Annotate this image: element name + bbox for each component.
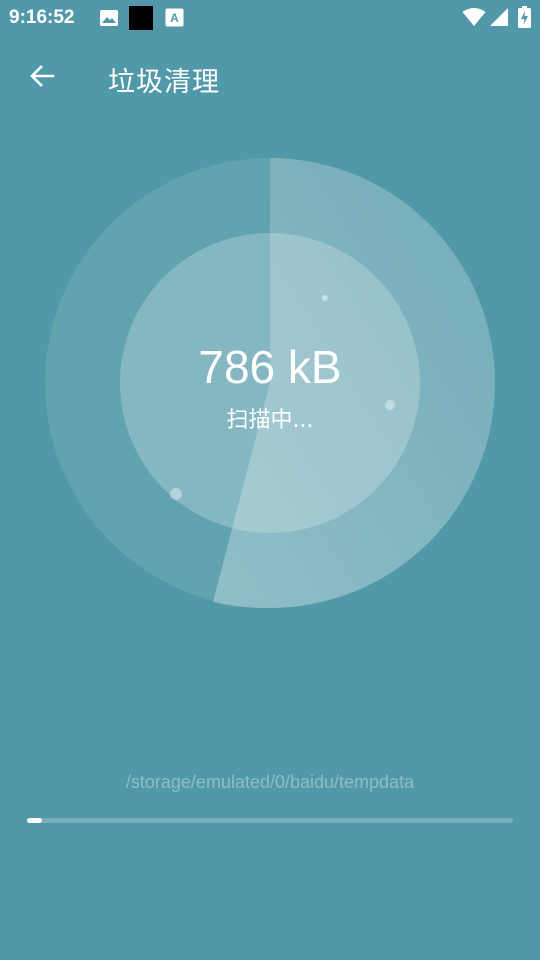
svg-text:A: A bbox=[170, 11, 179, 25]
radar-dot bbox=[322, 295, 328, 301]
wifi-icon bbox=[462, 7, 486, 31]
black-square-icon bbox=[129, 6, 153, 34]
status-time: 9:16:52 bbox=[9, 7, 75, 28]
scan-status: 扫描中... bbox=[226, 408, 314, 433]
battery-charging-icon bbox=[518, 6, 531, 32]
app-bar: 垃圾清理 bbox=[0, 36, 540, 120]
scan-progress-bar bbox=[27, 818, 513, 823]
scan-progress-fill bbox=[27, 818, 42, 823]
cellular-signal-icon bbox=[489, 7, 509, 31]
status-bar: 9:16:52 A bbox=[0, 0, 540, 36]
arrow-left-icon bbox=[29, 64, 55, 92]
scanned-size: 786 kB bbox=[198, 341, 342, 393]
current-scan-path: /storage/emulated/0/baidu/tempdata bbox=[125, 772, 415, 792]
radar-dot bbox=[170, 488, 182, 500]
page-title: 垃圾清理 bbox=[108, 67, 220, 98]
image-icon bbox=[99, 8, 119, 32]
back-button[interactable] bbox=[22, 58, 62, 98]
font-download-icon: A bbox=[165, 8, 184, 31]
